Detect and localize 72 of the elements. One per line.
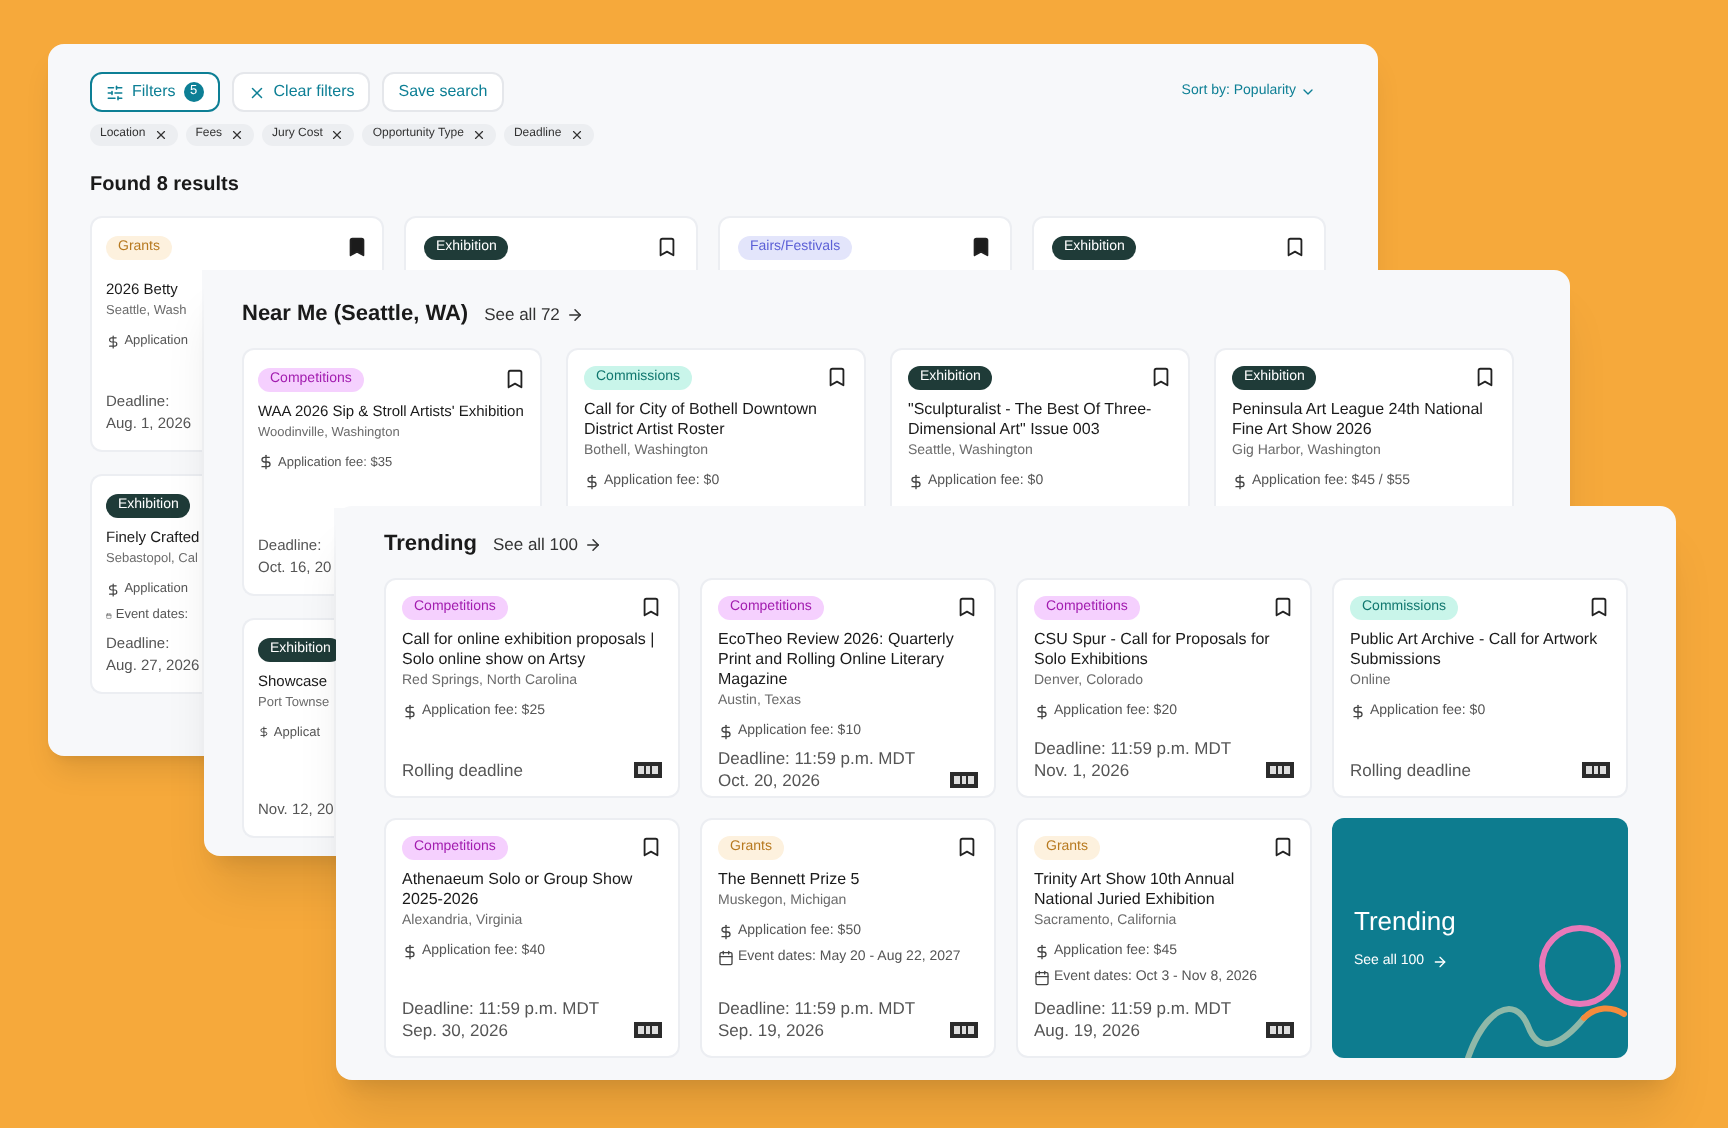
deadline-text: Deadline: 11:59 p.m. MDT	[718, 748, 916, 770]
deadline-text: Deadline: 11:59 p.m. MDT	[718, 997, 916, 1019]
calendar-icon	[718, 950, 734, 967]
bookmark-icon[interactable]	[1284, 236, 1306, 258]
close-icon	[247, 83, 266, 101]
card-title: Call for online exhibition proposals | Solo online show on Artsy	[402, 629, 657, 669]
bookmark-icon[interactable]	[640, 835, 662, 857]
dollar-icon	[106, 581, 121, 598]
sliders-icon	[106, 83, 124, 101]
bookmark-icon[interactable]	[1588, 595, 1610, 617]
bookmark-icon[interactable]	[1474, 365, 1496, 387]
bookmark-icon[interactable]	[826, 365, 848, 387]
results-heading: Found 8 results	[90, 172, 241, 200]
card-title: CSU Spur - Call for Proposals for Solo Exhibitions	[1034, 629, 1272, 669]
bookmark-icon[interactable]	[504, 367, 526, 389]
close-icon[interactable]	[471, 128, 486, 142]
deadline-text: Oct. 20, 2026	[718, 770, 823, 792]
deadline-text: Deadline: 11:59 p.m. MDT	[402, 997, 600, 1019]
bookmark-icon[interactable]	[970, 236, 992, 258]
dollar-icon	[258, 724, 270, 741]
dollar-icon	[402, 943, 418, 960]
arrow-right-icon	[565, 305, 584, 324]
dollar-icon	[258, 454, 274, 471]
deadline-text: Sep. 30, 2026	[402, 1019, 510, 1041]
deadline-text: Aug. 19, 2026	[1034, 1019, 1142, 1041]
arrow-right-icon	[1432, 954, 1449, 971]
dollar-icon	[718, 923, 734, 940]
bookmark-icon[interactable]	[640, 595, 662, 617]
deadline-text: Deadline: 11:59 p.m. MDT	[1034, 997, 1232, 1019]
card-title: Call for City of Bothell Downtown District Artist Roster	[584, 399, 819, 439]
clear-filters-button[interactable]: Clear filters	[231, 72, 371, 112]
see-all-link[interactable]: See all 72	[484, 301, 584, 328]
deadline-text: Rolling deadline	[402, 759, 523, 781]
dollar-icon	[1232, 473, 1248, 490]
section-title: Near Me (Seattle, WA)	[242, 300, 469, 330]
card-title: EcoTheo Review 2026: Quarterly Print and Rolling Online Literary Magazine	[718, 629, 956, 689]
card-title: The Bennett Prize 5	[718, 869, 862, 889]
bookmark-icon[interactable]	[1272, 595, 1294, 617]
close-icon[interactable]	[330, 128, 345, 142]
dollar-icon	[106, 333, 121, 350]
dollar-icon	[1350, 703, 1366, 720]
dollar-icon	[1034, 703, 1050, 720]
deadline-text: Rolling deadline	[1350, 759, 1471, 781]
deadline-text: Nov. 1, 2026	[1034, 759, 1132, 781]
dollar-icon	[908, 473, 924, 490]
close-icon[interactable]	[230, 128, 245, 142]
deadline-text: Sep. 19, 2026	[718, 1019, 826, 1041]
card-title: Public Art Archive - Call for Artwork Submissions	[1350, 629, 1600, 669]
calendar-icon	[1034, 970, 1050, 987]
bookmark-icon[interactable]	[1272, 835, 1294, 857]
dollar-icon	[402, 703, 418, 720]
bookmark-icon[interactable]	[956, 595, 978, 617]
dollar-icon	[584, 473, 600, 490]
card-title: "Sculpturalist - The Best Of Three-Dimensional Art" Issue 003	[908, 399, 1154, 439]
card-title: Athenaeum Solo or Group Show 2025-2026	[402, 869, 635, 909]
close-icon[interactable]	[153, 128, 168, 142]
bookmark-icon[interactable]	[346, 236, 368, 258]
bookmark-icon[interactable]	[656, 236, 678, 258]
arrow-right-icon	[584, 535, 602, 554]
promo-title: Trending	[1354, 903, 1458, 940]
see-all-link[interactable]: See all 100	[492, 531, 602, 558]
deadline-text: Deadline: 11:59 p.m. MDT	[1034, 737, 1232, 759]
save-search-button[interactable]: Save search	[382, 72, 504, 112]
card-title: Peninsula Art League 24th National Fine Art Show 2026	[1232, 399, 1485, 439]
dollar-icon	[718, 723, 734, 740]
chevron-down-icon	[1300, 84, 1316, 100]
card-title: Trinity Art Show 10th Annual National Juried Exhibition	[1034, 869, 1237, 909]
close-icon[interactable]	[569, 128, 584, 142]
dollar-icon	[1034, 943, 1050, 960]
bookmark-icon[interactable]	[956, 835, 978, 857]
bookmark-icon[interactable]	[1150, 365, 1172, 387]
section-title: Trending	[384, 530, 477, 560]
